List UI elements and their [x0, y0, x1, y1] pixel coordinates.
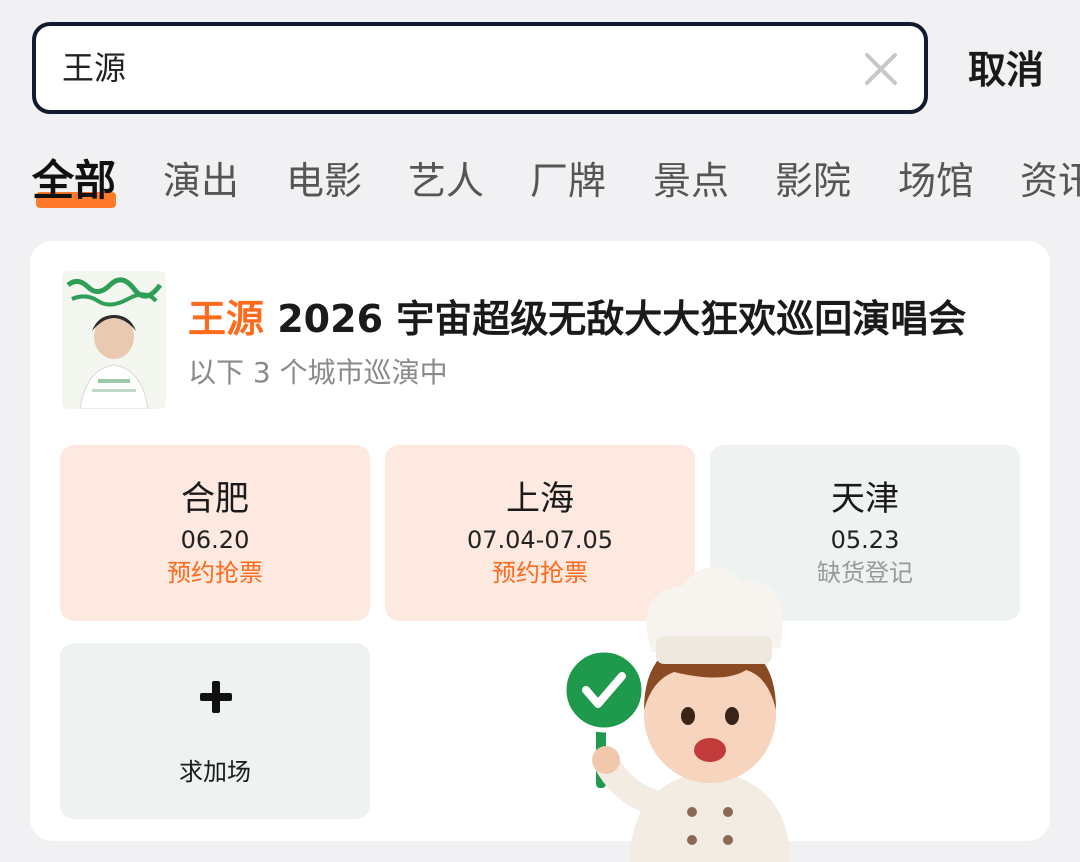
- open-mouth: [694, 738, 726, 762]
- concert-poster-image[interactable]: [62, 271, 166, 409]
- search-query-text[interactable]: 王源: [62, 26, 126, 110]
- tab-venues[interactable]: 场馆: [898, 150, 974, 212]
- city-name: 天津: [831, 479, 899, 519]
- tab-all[interactable]: 全部: [32, 150, 116, 212]
- title-artist-highlight: 王源: [188, 297, 265, 341]
- city-date: 06.20: [180, 526, 250, 554]
- concert-result-card[interactable]: 王源 2026 宇宙超级无敌大大狂欢巡回演唱会 以下 3 个城市巡演中 合肥 0…: [30, 241, 1050, 841]
- show-title[interactable]: 王源 2026 宇宙超级无敌大大狂欢巡回演唱会: [188, 295, 966, 343]
- poster-artwork: [62, 271, 166, 409]
- cancel-button[interactable]: 取消: [968, 44, 1044, 96]
- city-tile-hefei[interactable]: 合肥 06.20 预约抢票: [60, 445, 370, 621]
- hand: [592, 746, 620, 774]
- title-text: 2026 宇宙超级无敌大大狂欢巡回演唱会: [264, 297, 967, 341]
- tour-subtitle: 以下 3 个城市巡演中: [188, 356, 448, 389]
- city-name: 合肥: [181, 479, 249, 519]
- tab-cinemas[interactable]: 影院: [775, 150, 851, 212]
- tab-artists[interactable]: 艺人: [408, 150, 484, 212]
- plus-icon: [200, 681, 232, 713]
- checkmark-sign: [561, 647, 647, 733]
- city-name: 上海: [506, 479, 574, 519]
- category-tabs: 全部 演出 电影 艺人 厂牌 景点 影院 场馆 资讯: [30, 150, 1080, 220]
- chef-mascot-sticker: [561, 566, 790, 862]
- request-extra-show-button[interactable]: 求加场: [60, 643, 370, 819]
- tab-label: 全部: [32, 156, 117, 205]
- chef-jacket: [630, 770, 790, 862]
- tab-labels[interactable]: 厂牌: [530, 150, 606, 212]
- tab-movies[interactable]: 电影: [286, 150, 362, 212]
- search-input[interactable]: 王源: [32, 22, 928, 114]
- request-extra-show-label: 求加场: [179, 758, 251, 786]
- tab-shows[interactable]: 演出: [163, 150, 239, 212]
- tab-attractions[interactable]: 景点: [653, 150, 729, 212]
- city-status: 预约抢票: [167, 559, 263, 587]
- tab-news[interactable]: 资讯: [1020, 150, 1080, 212]
- close-icon[interactable]: [864, 52, 898, 86]
